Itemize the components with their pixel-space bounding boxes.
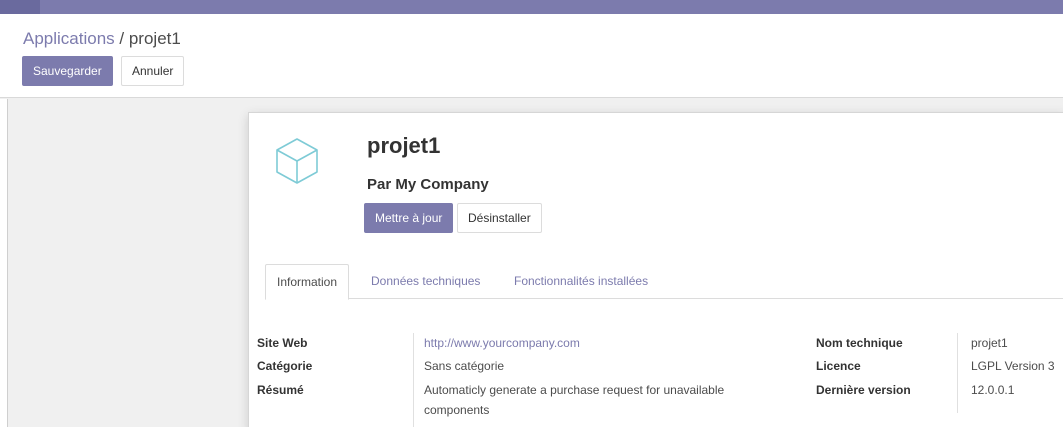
field-divider [957, 333, 958, 413]
technical-name-value: projet1 [971, 336, 1008, 350]
left-sidebar-edge [0, 99, 8, 427]
module-form-sheet: projet1 Par My Company Mettre à jour Dés… [248, 112, 1063, 427]
tab-installed-features[interactable]: Fonctionnalités installées [503, 264, 659, 299]
discard-button[interactable]: Annuler [121, 56, 185, 86]
breadcrumb: Applications / projet1 [23, 29, 181, 49]
category-label: Catégorie [257, 359, 313, 373]
summary-value: Automaticly generate a purchase request … [424, 383, 725, 397]
control-panel: Applications / projet1 Sauvegarder Annul… [0, 14, 1063, 98]
save-button[interactable]: Sauvegarder [22, 56, 113, 86]
top-navbar [0, 0, 1063, 14]
technical-name-label: Nom technique [816, 336, 903, 350]
tab-information[interactable]: Information [265, 264, 350, 300]
tab-technical-data[interactable]: Données techniques [360, 264, 491, 299]
license-value: LGPL Version 3 [971, 359, 1055, 373]
summary-label: Résumé [257, 383, 304, 397]
breadcrumb-applications-link[interactable]: Applications [23, 29, 115, 48]
latest-version-label: Dernière version [816, 383, 911, 397]
website-link[interactable]: http://www.yourcompany.com [424, 336, 580, 350]
website-label: Site Web [257, 336, 308, 350]
latest-version-value: 12.0.0.1 [971, 383, 1015, 397]
field-divider [413, 333, 414, 427]
license-label: Licence [816, 359, 861, 373]
notebook-tabs: Information Données techniques Fonctionn… [265, 264, 1063, 300]
breadcrumb-separator: / [114, 29, 129, 48]
upgrade-button[interactable]: Mettre à jour [364, 203, 454, 233]
summary-value-continued: components [424, 403, 490, 417]
uninstall-button[interactable]: Désinstaller [457, 203, 542, 233]
module-name: projet1 [367, 133, 441, 158]
breadcrumb-current: projet1 [128, 29, 181, 48]
module-author: Par My Company [367, 176, 489, 193]
category-value: Sans catégorie [424, 359, 505, 373]
cube-icon [276, 138, 318, 184]
apps-menu-corner[interactable] [0, 0, 40, 14]
